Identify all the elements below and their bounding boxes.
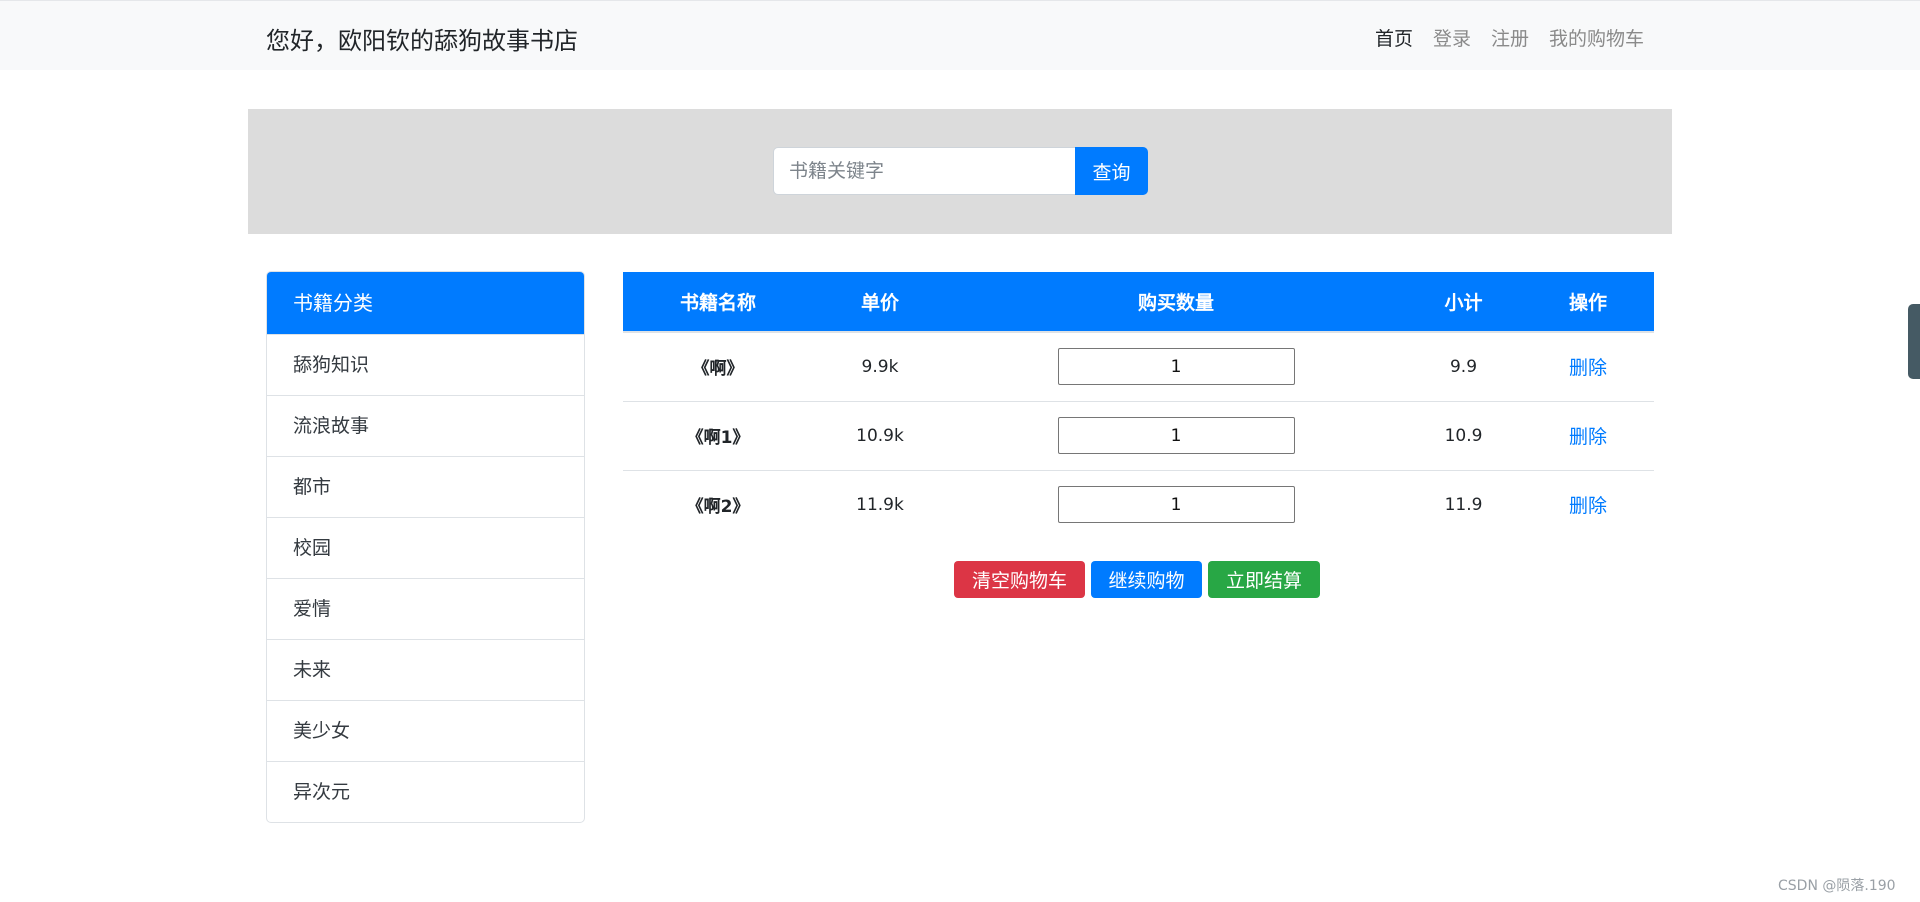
- clear-cart-button[interactable]: 清空购物车: [954, 561, 1085, 598]
- category-item-lick-dog-knowledge[interactable]: 舔狗知识: [267, 334, 584, 395]
- quantity-cell: [947, 469, 1405, 539]
- category-item-beautiful-girl[interactable]: 美少女: [267, 700, 584, 761]
- category-item-other-dimension[interactable]: 异次元: [267, 761, 584, 822]
- subtotal-cell: 11.9: [1405, 469, 1522, 539]
- quantity-input[interactable]: [1057, 486, 1295, 524]
- quantity-cell: [947, 400, 1405, 470]
- nav-cart-link[interactable]: 我的购物车: [1549, 24, 1644, 51]
- quantity-input[interactable]: [1057, 348, 1295, 386]
- quantity-input[interactable]: [1057, 417, 1295, 454]
- action-column-header: 操作: [1522, 272, 1654, 332]
- category-item-campus[interactable]: 校园: [267, 517, 584, 578]
- side-floating-widget[interactable]: [1908, 304, 1920, 379]
- action-cell: 删除: [1522, 331, 1654, 401]
- action-cell: 删除: [1522, 400, 1654, 470]
- book-name-column-header: 书籍名称: [623, 272, 813, 332]
- nav-register-link[interactable]: 注册: [1491, 24, 1529, 51]
- category-item-future[interactable]: 未来: [267, 639, 584, 700]
- site-brand[interactable]: 您好，欧阳钦的舔狗故事书店: [266, 21, 578, 56]
- quantity-column-header: 购买数量: [947, 272, 1405, 332]
- price-column-header: 单价: [813, 272, 947, 332]
- book-name-cell: 《啊2》: [623, 469, 813, 539]
- table-row: 《啊》 9.9k 9.9 删除: [623, 331, 1654, 401]
- nav-login-link[interactable]: 登录: [1433, 24, 1471, 51]
- cart-header-row: 书籍名称 单价 购买数量 小计 操作: [623, 272, 1654, 332]
- book-name-cell: 《啊1》: [623, 400, 813, 470]
- nav-home-link[interactable]: 首页: [1375, 24, 1413, 51]
- continue-shopping-button[interactable]: 继续购物: [1091, 561, 1202, 598]
- price-cell: 9.9k: [813, 331, 947, 401]
- book-category-panel: 书籍分类 舔狗知识 流浪故事 都市 校园 爱情 未来 美少女 异次元: [266, 271, 585, 823]
- watermark-text: CSDN @陨落.190: [1778, 878, 1896, 894]
- table-row: 《啊1》 10.9k 10.9 删除: [623, 400, 1654, 470]
- category-item-love[interactable]: 爱情: [267, 578, 584, 639]
- delete-link[interactable]: 删除: [1569, 495, 1607, 517]
- checkout-button[interactable]: 立即结算: [1208, 561, 1320, 598]
- category-item-wandering-story[interactable]: 流浪故事: [267, 395, 584, 456]
- book-name-cell: 《啊》: [623, 331, 813, 401]
- category-item-city[interactable]: 都市: [267, 456, 584, 517]
- action-cell: 删除: [1522, 469, 1654, 539]
- price-cell: 11.9k: [813, 469, 947, 539]
- category-header: 书籍分类: [267, 272, 584, 334]
- shopping-cart-table: 书籍名称 单价 购买数量 小计 操作 《啊》 9.9k 9.9 删除 《啊1》 …: [623, 272, 1654, 539]
- table-row: 《啊2》 11.9k 11.9 删除: [623, 469, 1654, 539]
- subtotal-cell: 9.9: [1405, 331, 1522, 401]
- delete-link[interactable]: 删除: [1569, 426, 1607, 448]
- cart-action-buttons: 清空购物车 继续购物 立即结算: [954, 561, 1320, 598]
- quantity-cell: [947, 331, 1405, 401]
- main-nav: 首页 登录 注册 我的购物车: [1375, 24, 1644, 51]
- price-cell: 10.9k: [813, 400, 947, 470]
- subtotal-column-header: 小计: [1405, 272, 1522, 332]
- top-navbar: 您好，欧阳钦的舔狗故事书店 首页 登录 注册 我的购物车: [0, 0, 1920, 70]
- delete-link[interactable]: 删除: [1569, 357, 1607, 379]
- search-section: 查询: [248, 109, 1672, 234]
- search-button[interactable]: 查询: [1075, 147, 1148, 195]
- subtotal-cell: 10.9: [1405, 400, 1522, 470]
- book-search-input[interactable]: [773, 147, 1075, 195]
